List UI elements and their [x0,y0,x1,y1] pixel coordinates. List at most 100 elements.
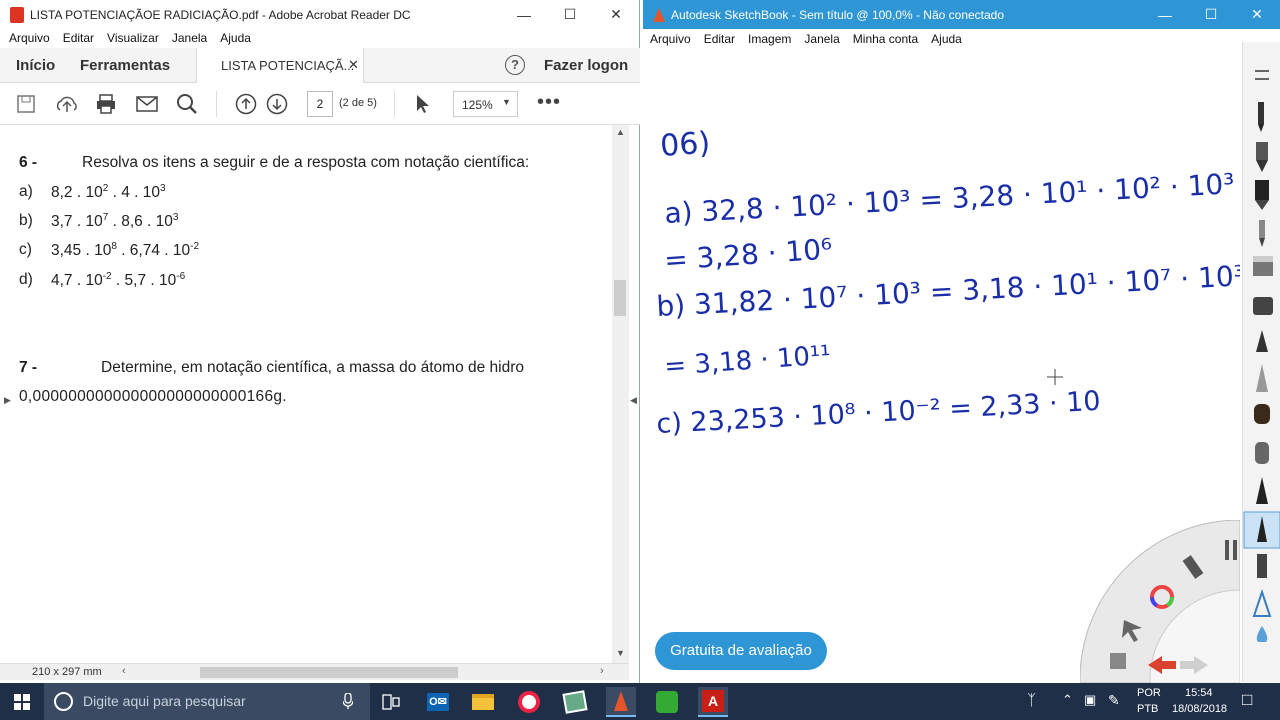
handwritten-line-b2: = 3,18 · 10¹¹ [663,340,831,382]
item-d-expression: 4,7 . 10-2 . 5,7 . 10-6 [51,271,186,289]
menu-editar[interactable]: Editar [704,32,735,46]
network-icon[interactable]: ▣ [1084,692,1096,708]
vertical-scrollbar[interactable]: ▲ ▼ [612,125,629,663]
file-explorer-icon[interactable] [468,687,498,717]
horizontal-scrollbar-thumb[interactable] [200,667,458,678]
outlook-icon[interactable]: O✉ [423,687,453,717]
smudge-icon[interactable] [1255,442,1269,464]
brush-palette-icons [1243,70,1280,644]
save-icon[interactable] [16,94,36,114]
zoom-value: 125% [462,98,493,112]
brush-palette [1242,42,1280,682]
tab-ferramentas[interactable]: Ferramentas [80,57,170,74]
marker-icon[interactable] [1255,180,1269,210]
tab-inicio[interactable]: Início [16,57,55,74]
trial-button[interactable]: Gratuita de avaliação [655,632,827,670]
close-button[interactable]: ✕ [1234,0,1280,29]
palette-settings-icon[interactable] [1255,70,1269,80]
help-icon[interactable]: ? [505,55,525,75]
scroll-left-icon[interactable]: ‹ [122,665,126,677]
menu-minha-conta[interactable]: Minha conta [853,32,918,46]
scroll-up-icon[interactable]: ▲ [616,127,625,137]
scroll-down-icon[interactable]: ▼ [616,648,625,658]
sketchbook-titlebar: Autodesk SketchBook - Sem título @ 100,0… [643,0,1280,29]
acrobat-taskbar-icon[interactable]: A [698,687,728,717]
windows-start-icon[interactable] [14,694,30,710]
maximize-button[interactable]: ☐ [547,0,593,29]
pen-workspace-icon[interactable]: ✎ [1108,692,1120,709]
previous-page-icon[interactable] [235,93,257,115]
minimize-button[interactable]: — [501,0,547,29]
sketchbook-taskbar-icon[interactable] [606,687,636,717]
scroll-right-icon[interactable]: › [600,665,604,677]
menu-ajuda[interactable]: Ajuda [931,32,962,46]
zoom-select[interactable]: 125% ▼ [453,91,518,117]
menu-editar[interactable]: Editar [63,31,94,45]
maximize-button[interactable]: ☐ [1188,0,1234,29]
toolbox-icon[interactable] [1221,536,1243,566]
chevron-up-icon[interactable]: ⌃ [1062,692,1073,708]
airbrush-icon[interactable] [1256,364,1268,392]
minimize-button[interactable]: — [1142,0,1188,29]
people-icon[interactable]: ᛉ [1027,692,1036,709]
eraser-icon[interactable] [1253,297,1273,315]
language-secondary[interactable]: PTB [1137,703,1158,715]
scrollbar-thumb[interactable] [614,280,626,316]
lagoon-menu [1080,520,1240,683]
tab-document[interactable]: LISTA POTENCIAÇÃ... ✕ [196,48,364,83]
question-6-number: 6 - [19,154,38,171]
menu-arquivo[interactable]: Arquivo [650,32,691,46]
item-d-label: d) [19,271,33,288]
left-panel-toggle-icon[interactable]: ▶ [4,395,11,406]
droplet-icon[interactable] [1256,626,1268,644]
tab-document-label: LISTA POTENCIAÇÃ... [221,58,355,73]
pdf-app-icon [10,6,24,23]
right-panel-toggle-icon[interactable]: ◀ [630,395,637,406]
pen-icon[interactable] [1256,477,1268,504]
block-brush-icon[interactable] [1253,256,1273,276]
item-b-expression: 3,7 . 107 . 8,6 . 103 [51,212,179,230]
next-page-icon[interactable] [266,93,288,115]
ballpoint-icon[interactable] [1259,220,1265,247]
close-tab-icon[interactable]: ✕ [348,57,359,73]
task-view-icon[interactable] [376,687,406,717]
acrobat-toolbar: 2 (2 de 5) 125% ▼ ••• [0,83,640,125]
question-7-value: 0,000000000000000000000000166g. [19,388,287,405]
cortana-icon [54,692,73,711]
select-cursor-icon[interactable] [415,94,431,114]
browser-icon[interactable] [514,687,544,717]
fine-brush-icon[interactable] [1257,554,1267,578]
page-number-input[interactable]: 2 [307,91,333,117]
login-button[interactable]: Fazer logon [544,57,628,74]
menu-imagem[interactable]: Imagem [748,32,791,46]
paint-brush-icon[interactable] [1254,404,1270,424]
ink-pen-icon[interactable] [1256,330,1268,352]
image-app-icon[interactable] [560,687,590,717]
handwritten-line-a: a) 32,8 · 10² · 10³ = 3,28 · 10¹ · 10² ·… [664,167,1236,230]
technical-pen-icon[interactable] [1256,142,1268,172]
menu-visualizar[interactable]: Visualizar [107,31,159,45]
sketchbook-window: Autodesk SketchBook - Sem título @ 100,0… [643,0,1280,683]
search-icon[interactable] [176,93,198,115]
clock-time[interactable]: 15:54 [1185,687,1213,699]
email-icon[interactable] [136,95,158,113]
menu-ajuda[interactable]: Ajuda [220,31,251,45]
notification-icon[interactable]: □ [1242,690,1252,710]
language-primary[interactable]: POR [1137,687,1161,699]
menu-janela[interactable]: Janela [172,31,207,45]
menu-arquivo[interactable]: Arquivo [9,31,50,45]
pencil-icon[interactable] [1258,102,1264,132]
question-7-number: 7 - [19,359,38,376]
fill-triangle-icon[interactable] [1252,588,1272,617]
print-icon[interactable] [95,93,117,115]
cloud-upload-icon[interactable] [55,93,79,115]
android-app-icon[interactable] [652,687,682,717]
close-button[interactable]: ✕ [593,0,639,29]
microphone-icon[interactable] [343,693,353,709]
more-options-icon[interactable]: ••• [537,91,561,114]
layers-icon[interactable] [1110,653,1126,669]
search-box[interactable]: Digite aqui para pesquisar [44,683,370,720]
menu-janela[interactable]: Janela [804,32,839,46]
horizontal-scrollbar[interactable]: 210 x 297 mm ‹ › [0,663,629,680]
clock-date[interactable]: 18/08/2018 [1172,703,1227,715]
